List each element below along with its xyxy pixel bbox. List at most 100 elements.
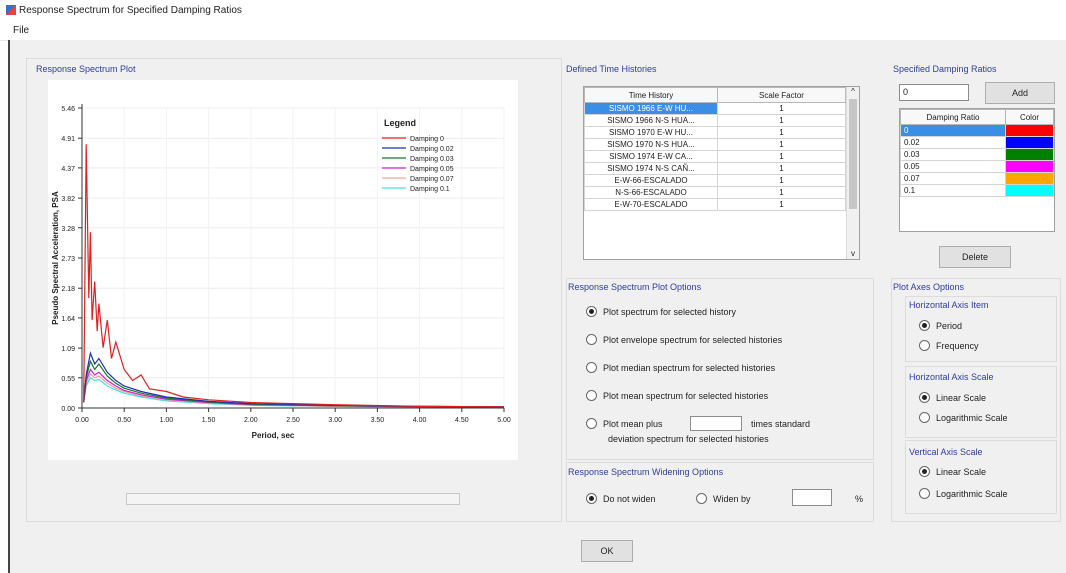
- history-scale[interactable]: 1: [717, 126, 846, 139]
- damping-table[interactable]: Damping Ratio Color 0 0.02 0.03 0.05 0.07 0.1: [899, 108, 1055, 232]
- opt-envelope[interactable]: Plot envelope spectrum for selected hist…: [586, 334, 782, 345]
- damping-value[interactable]: 0.05: [900, 160, 1006, 173]
- history-scale[interactable]: 1: [717, 138, 846, 151]
- history-name[interactable]: SISMO 1974 E-W CA...: [584, 150, 718, 163]
- history-name[interactable]: SISMO 1970 E-W HU...: [584, 126, 718, 139]
- history-row[interactable]: N-S-66-ESCALADO 1: [584, 186, 846, 199]
- histories-scrollbar[interactable]: ^ v: [846, 87, 859, 259]
- x-tick-label: 1.50: [202, 417, 216, 424]
- x-tick-label: 1.00: [160, 417, 174, 424]
- damping-value[interactable]: 0.02: [900, 136, 1006, 149]
- plot-scrollbar[interactable]: [126, 493, 460, 505]
- history-scale[interactable]: 1: [717, 150, 846, 163]
- widen-input[interactable]: [792, 489, 832, 506]
- radio-icon: [919, 488, 930, 499]
- col-damping-ratio[interactable]: Damping Ratio: [900, 109, 1006, 125]
- damping-color-swatch[interactable]: [1005, 160, 1054, 173]
- damping-value[interactable]: 0.1: [900, 184, 1006, 197]
- col-scale-factor[interactable]: Scale Factor: [717, 87, 846, 103]
- damping-color-swatch[interactable]: [1005, 124, 1054, 137]
- opt-h-linear[interactable]: Linear Scale: [919, 392, 986, 403]
- history-name[interactable]: E-W-66-ESCALADO: [584, 174, 718, 187]
- history-scale[interactable]: 1: [717, 186, 846, 199]
- add-button[interactable]: Add: [985, 82, 1055, 104]
- legend-entry: Damping 0.05: [410, 166, 454, 173]
- scroll-thumb[interactable]: [849, 99, 857, 209]
- history-row[interactable]: SISMO 1970 N-S HUA... 1: [584, 138, 846, 151]
- series-line: [83, 372, 504, 408]
- histories-group-title: Defined Time Histories: [566, 64, 657, 74]
- menu-file[interactable]: File: [13, 25, 29, 36]
- opt-h-log[interactable]: Logarithmic Scale: [919, 412, 1008, 423]
- history-row[interactable]: SISMO 1970 E-W HU... 1: [584, 126, 846, 139]
- opt-v-log[interactable]: Logarithmic Scale: [919, 488, 1008, 499]
- col-color[interactable]: Color: [1005, 109, 1054, 125]
- radio-icon: [919, 320, 930, 331]
- spectrum-chart: 5.46 4.91 4.37 3.82 3.28 2.73 2.18 1.64 1.09 0.55…: [51, 104, 511, 440]
- history-scale[interactable]: 1: [717, 102, 846, 115]
- opt-frequency[interactable]: Frequency: [919, 340, 979, 351]
- damping-value[interactable]: 0.07: [900, 172, 1006, 185]
- legend-entry: Damping 0: [410, 136, 444, 143]
- y-tick-label: 1.09: [61, 346, 75, 353]
- damping-row[interactable]: 0.03: [900, 148, 1054, 161]
- history-name[interactable]: N-S-66-ESCALADO: [584, 186, 718, 199]
- radio-icon: [586, 362, 597, 373]
- h-item-title: Horizontal Axis Item: [909, 300, 989, 310]
- damping-row[interactable]: 0.07: [900, 172, 1054, 185]
- history-name[interactable]: SISMO 1966 E-W HU...: [584, 102, 718, 115]
- opt-widen-by[interactable]: Widen by: [696, 493, 751, 504]
- damping-input[interactable]: 0: [899, 84, 969, 101]
- history-row[interactable]: SISMO 1974 N-S CAÑ... 1: [584, 162, 846, 175]
- history-scale[interactable]: 1: [717, 198, 846, 211]
- x-tick-label: 5.00: [497, 417, 511, 424]
- damping-value[interactable]: 0.03: [900, 148, 1006, 161]
- radio-icon: [586, 390, 597, 401]
- opt-mean-plus[interactable]: Plot mean plus: [586, 418, 663, 429]
- history-scale[interactable]: 1: [717, 114, 846, 127]
- opt-period[interactable]: Period: [919, 320, 962, 331]
- y-tick-label: 3.28: [61, 226, 75, 233]
- damping-row[interactable]: 0: [900, 124, 1054, 137]
- delete-button[interactable]: Delete: [939, 246, 1011, 268]
- y-tick-label: 0.55: [61, 376, 75, 383]
- y-tick-label: 2.73: [61, 256, 75, 263]
- damping-color-swatch[interactable]: [1005, 184, 1054, 197]
- damping-color-swatch[interactable]: [1005, 136, 1054, 149]
- history-name[interactable]: SISMO 1966 N-S HUA...: [584, 114, 718, 127]
- history-row[interactable]: SISMO 1966 E-W HU... 1: [584, 102, 846, 115]
- col-time-history[interactable]: Time History: [584, 87, 718, 103]
- history-scale[interactable]: 1: [717, 162, 846, 175]
- history-row[interactable]: SISMO 1974 E-W CA... 1: [584, 150, 846, 163]
- damping-row[interactable]: 0.02: [900, 136, 1054, 149]
- history-name[interactable]: SISMO 1974 N-S CAÑ...: [584, 162, 718, 175]
- damping-row[interactable]: 0.1: [900, 184, 1054, 197]
- opt-do-not-widen[interactable]: Do not widen: [586, 493, 656, 504]
- radio-icon: [919, 392, 930, 403]
- damping-color-swatch[interactable]: [1005, 172, 1054, 185]
- opt-median[interactable]: Plot median spectrum for selected histor…: [586, 362, 775, 373]
- damping-color-swatch[interactable]: [1005, 148, 1054, 161]
- scroll-up-icon[interactable]: ^: [847, 87, 859, 97]
- std-dev-input[interactable]: [690, 416, 742, 431]
- history-row[interactable]: SISMO 1966 N-S HUA... 1: [584, 114, 846, 127]
- y-tick-label: 0.00: [61, 406, 75, 413]
- history-row[interactable]: E-W-70-ESCALADO 1: [584, 198, 846, 211]
- opt-selected-history[interactable]: Plot spectrum for selected history: [586, 306, 736, 317]
- opt-mean[interactable]: Plot mean spectrum for selected historie…: [586, 390, 768, 401]
- damping-value[interactable]: 0: [900, 124, 1006, 137]
- ok-button[interactable]: OK: [581, 540, 633, 562]
- history-name[interactable]: SISMO 1970 N-S HUA...: [584, 138, 718, 151]
- history-name[interactable]: E-W-70-ESCALADO: [584, 198, 718, 211]
- legend-entry: Damping 0.02: [410, 146, 454, 153]
- history-row[interactable]: E-W-66-ESCALADO 1: [584, 174, 846, 187]
- radio-icon: [586, 418, 597, 429]
- x-tick-label: 4.00: [413, 417, 427, 424]
- history-scale[interactable]: 1: [717, 174, 846, 187]
- opt-v-linear[interactable]: Linear Scale: [919, 466, 986, 477]
- window-title: Response Spectrum for Specified Damping …: [19, 4, 242, 16]
- scroll-down-icon[interactable]: v: [847, 249, 859, 259]
- x-tick-label: 2.00: [244, 417, 258, 424]
- histories-table[interactable]: Time History Scale Factor SISMO 1966 E-W…: [583, 86, 860, 260]
- damping-row[interactable]: 0.05: [900, 160, 1054, 173]
